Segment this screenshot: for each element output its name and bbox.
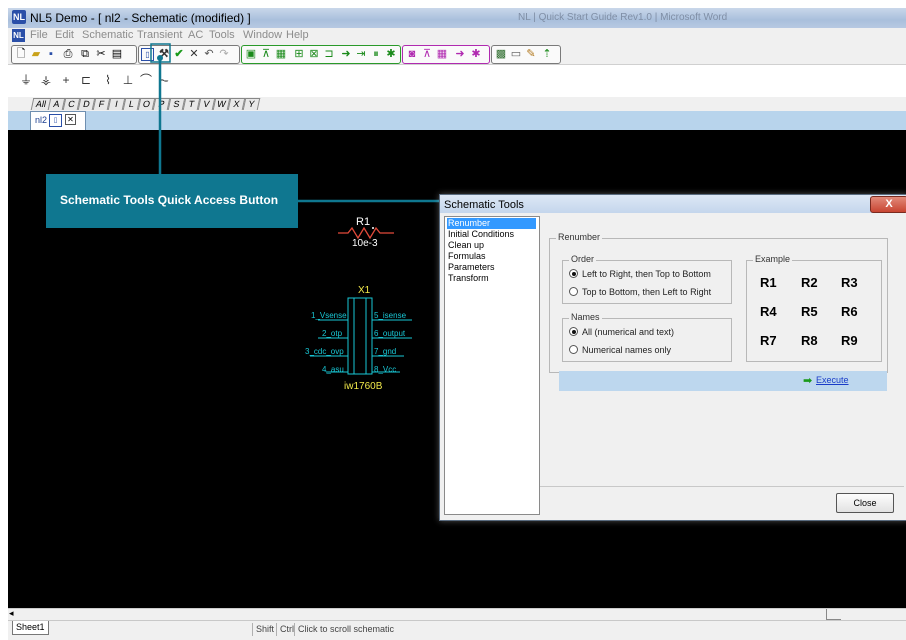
status-message: Click to scroll schematic [294,623,397,636]
nav-item-parameters[interactable]: Parameters [447,262,536,273]
radio-icon [569,345,578,354]
example-name: R6 [841,304,858,319]
execute-arrow-icon: ➡ [803,375,813,387]
nav-item-renumber[interactable]: Renumber [447,218,536,229]
example-name: R3 [841,275,858,290]
example-name: R9 [841,333,858,348]
example-name: R8 [801,333,818,348]
dialog-title: Schematic Tools [444,199,524,211]
example-name: R1 [760,275,777,290]
nav-item-transform[interactable]: Transform [447,273,536,284]
names-option-numerical[interactable]: Numerical names only [569,345,671,355]
nav-item-initial-conditions[interactable]: Initial Conditions [447,229,536,240]
nav-item-clean-up[interactable]: Clean up [447,240,536,251]
status-bar: Sheet1 Shift Ctrl Click to scroll schema… [8,620,906,640]
execute-bar: ➡ Execute [559,371,887,391]
radio-icon [569,287,578,296]
renumber-panel: Renumber Order Left to Right, then Top t… [540,216,903,486]
example-group: Example R1 R2 R3 R4 R5 R6 R7 R8 R9 [746,254,882,362]
example-legend: Example [753,254,793,264]
dialog-title-bar[interactable]: Schematic Tools X [440,195,906,213]
sheet-tab[interactable]: Sheet1 [12,621,49,635]
callout-text: Schematic Tools Quick Access Button [60,193,279,207]
tools-nav-list: Renumber Initial Conditions Clean up For… [444,216,540,515]
execute-link[interactable]: Execute [816,375,849,385]
nav-item-formulas[interactable]: Formulas [447,251,536,262]
callout-box: Schematic Tools Quick Access Button [46,174,298,228]
names-option-all[interactable]: All (numerical and text) [569,327,674,337]
order-option-label: Top to Bottom, then Left to Right [582,287,712,297]
names-group: Names All (numerical and text) Numerical… [562,312,732,362]
example-name: R2 [801,275,818,290]
order-option-left-right[interactable]: Left to Right, then Top to Bottom [569,269,711,279]
renumber-group: Renumber Order Left to Right, then Top t… [549,232,888,373]
example-name: R4 [760,304,777,319]
order-option-top-bottom[interactable]: Top to Bottom, then Left to Right [569,287,711,297]
example-name: R7 [760,333,777,348]
names-legend: Names [569,312,602,322]
order-group: Order Left to Right, then Top to Bottom … [562,254,732,304]
dialog-close-icon[interactable]: X [870,196,906,213]
schematic-tools-dialog: Schematic Tools X Renumber Initial Condi… [439,194,906,521]
renumber-legend: Renumber [556,232,603,242]
scroll-left-icon[interactable]: ◂ [9,608,14,619]
close-button[interactable]: Close [836,493,894,513]
order-option-label: Left to Right, then Top to Bottom [582,269,711,279]
names-option-label: Numerical names only [582,345,672,355]
radio-selected-icon [569,269,578,278]
example-name: R5 [801,304,818,319]
status-shift: Shift [252,623,277,636]
radio-selected-icon [569,327,578,336]
order-legend: Order [569,254,597,264]
scroll-thumb[interactable] [826,609,841,620]
dialog-divider [540,486,904,487]
names-option-label: All (numerical and text) [582,327,675,337]
